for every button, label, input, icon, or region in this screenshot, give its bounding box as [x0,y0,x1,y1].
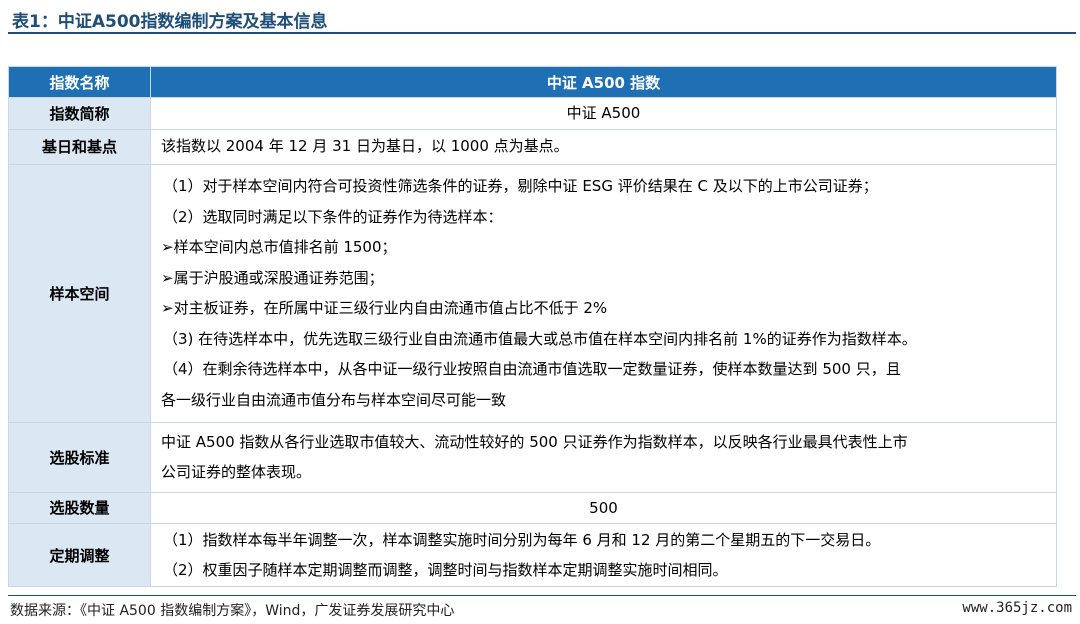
value-line: （4）在剩余待选样本中，从各中证一级行业按照自由流通市值选取一定数量证券，使样本… [163,360,901,378]
footer-divider [8,595,1076,596]
table-row: 基日和基点 该指数以 2004 年 12 月 31 日为基日，以 1000 点为… [8,128,1057,165]
row-label: 选股数量 [8,491,151,524]
value-line: 500 [589,498,618,517]
value-line: 中证 A500 [566,104,641,122]
row-value: （1）对于样本空间内符合可投资性筛选条件的证券，剔除中证 ESG 评价结果在 C… [150,163,1057,423]
bullet-line: ➢属于沪股通或深股通证券范围； [161,268,384,287]
row-label: 指数简称 [8,97,151,130]
value-line: 该指数以 2004 年 12 月 31 日为基日，以 1000 点为基点。 [161,137,569,156]
row-value: （1）指数样本每半年调整一次，样本调整实施时间分别为每年 6 月和 12 月的第… [150,523,1057,587]
row-label: 基日和基点 [8,128,151,165]
row-label: 选股标准 [8,421,151,493]
row-value: 中证 A500 指数从各行业选取市值较大、流动性较好的 500 只证券作为指数样… [150,421,1057,493]
data-source-note: 数据来源：《中证 A500 指数编制方案》，Wind，广发证券发展研究中心 [10,603,455,619]
row-label: 定期调整 [8,523,151,587]
bullet-line: ➢对主板证券，在所属中证三级行业内自由流通市值占比不低于 2% [161,299,608,317]
value-line: 公司证券的整体表现。 [161,463,312,481]
value-line: （3) 在待选样本中，优先选取三级行业自由流通市值最大或总市值在样本空间内排名前… [163,329,917,348]
table-row: 样本空间 （1）对于样本空间内符合可投资性筛选条件的证券，剔除中证 ESG 评价… [8,163,1057,423]
value-line: （2）权重因子随样本定期调整而调整，调整时间与指数样本定期调整实施时间相同。 [163,561,728,579]
value-line: （1）指数样本每半年调整一次，样本调整实施时间分别为每年 6 月和 12 月的第… [163,530,881,549]
table-row: 选股标准 中证 A500 指数从各行业选取市值较大、流动性较好的 500 只证券… [8,421,1057,493]
value-line: （1）对于样本空间内符合可投资性筛选条件的证券，剔除中证 ESG 评价结果在 C… [163,177,878,195]
header-label: 指数名称 [8,66,151,98]
watermark: www.365jz.com [962,600,1072,616]
title-bar: 表1：中证A500指数编制方案及基本信息 [8,4,1076,34]
row-value: 中证 A500 [150,97,1057,130]
page-title: 表1：中证A500指数编制方案及基本信息 [12,12,328,32]
value-line: （2）选取同时满足以下条件的证券作为待选样本： [163,207,503,226]
table-row: 选股数量 500 [8,491,1057,524]
value-line: 各一级行业自由流通市值分布与样本空间尽可能一致 [161,390,507,409]
index-info-table: 指数名称 中证 A500 指数 指数简称 中证 A500 基日和基点 该指数以 … [8,66,1057,587]
row-label: 样本空间 [8,163,151,423]
bullet-line: ➢样本空间内总市值排名前 1500； [161,238,397,256]
table-header-row: 指数名称 中证 A500 指数 [8,66,1057,98]
value-line: 中证 A500 指数从各行业选取市值较大、流动性较好的 500 只证券作为指数样… [161,432,908,451]
table-row: 定期调整 （1）指数样本每半年调整一次，样本调整实施时间分别为每年 6 月和 1… [8,523,1057,587]
header-value: 中证 A500 指数 [150,66,1057,98]
table-row: 指数简称 中证 A500 [8,97,1057,130]
row-value: 500 [150,491,1057,524]
row-value: 该指数以 2004 年 12 月 31 日为基日，以 1000 点为基点。 [150,128,1057,165]
